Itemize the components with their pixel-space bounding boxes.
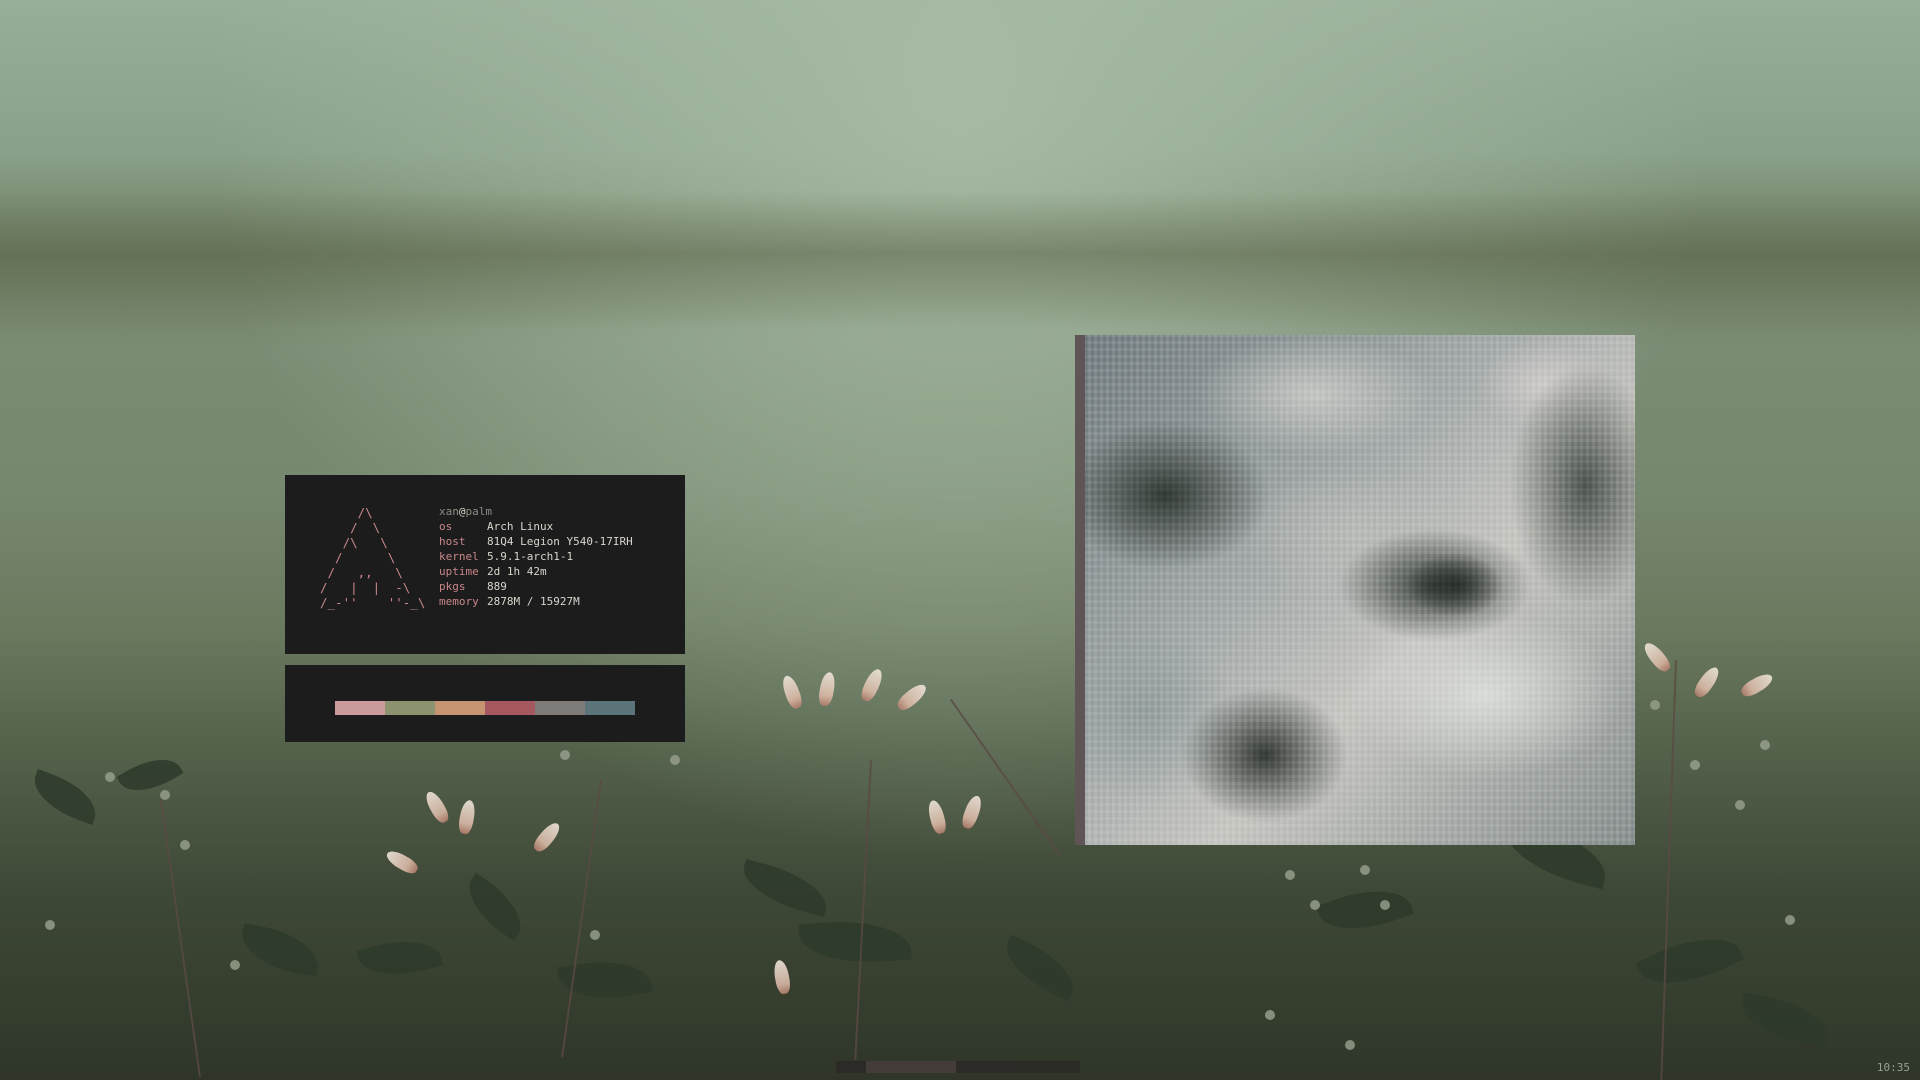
image-viewer-window[interactable] — [1075, 335, 1635, 845]
bud — [1285, 870, 1295, 880]
color-swatch — [485, 701, 535, 715]
bud — [1785, 915, 1795, 925]
arch-ascii-logo: /\ / \ /\ \ / \ / ,, \ / | | -\ /_-'' ''… — [320, 505, 426, 610]
color-palette-panel — [285, 665, 685, 742]
at-sign: @ — [458, 505, 466, 518]
bud — [1310, 900, 1320, 910]
bud — [105, 772, 115, 782]
flower — [1738, 670, 1776, 700]
fetch-panel: /\ / \ /\ \ / \ / ,, \ / | | -\ /_-'' ''… — [285, 475, 685, 654]
color-swatch — [335, 701, 385, 715]
color-swatch — [435, 701, 485, 715]
color-swatch — [535, 701, 585, 715]
bud — [230, 960, 240, 970]
info-value: 5.9.1-arch1-1 — [487, 550, 574, 563]
info-key: pkgs — [439, 580, 466, 593]
info-value: 2878M / 15927M — [487, 595, 580, 608]
leaf — [1315, 875, 1415, 945]
bud — [590, 930, 600, 940]
flower — [894, 680, 930, 714]
info-key: uptime — [439, 565, 479, 578]
bud — [1650, 700, 1660, 710]
username: xan — [439, 505, 459, 518]
bud — [160, 790, 170, 800]
clock: 10:35 — [1876, 1061, 1910, 1074]
wallpaper-horizon — [0, 190, 1920, 330]
info-value: 2d 1h 42m — [487, 565, 547, 578]
info-value: 889 — [487, 580, 507, 593]
flower — [1640, 639, 1674, 675]
leaf — [996, 934, 1084, 1002]
hostname: palm — [465, 505, 493, 518]
system-info: xan@palm os Arch Linux host 81Q4 Legion Y5… — [439, 504, 633, 609]
bud — [670, 755, 680, 765]
leaf — [237, 923, 323, 977]
info-value: 81Q4 Legion Y540-17IRH — [487, 535, 633, 548]
info-row-kernel: kernel 5.9.1-arch1-1 — [439, 549, 633, 564]
flower — [779, 673, 805, 711]
color-swatches — [335, 701, 635, 715]
info-row-host: host 81Q4 Legion Y540-17IRH — [439, 534, 633, 549]
leaf — [116, 747, 184, 803]
bud — [1360, 865, 1370, 875]
viewer-image-texture — [1085, 335, 1635, 845]
bud — [1735, 800, 1745, 810]
leaf — [798, 915, 912, 969]
bud — [1265, 1010, 1275, 1020]
info-key: kernel — [439, 550, 479, 563]
bud — [45, 920, 55, 930]
bud — [1345, 1040, 1355, 1050]
info-row-uptime: uptime 2d 1h 42m — [439, 564, 633, 579]
info-row-os: os Arch Linux — [439, 519, 633, 534]
bud — [560, 750, 570, 760]
bud — [180, 840, 190, 850]
info-key: host — [439, 535, 466, 548]
info-value: Arch Linux — [487, 520, 554, 533]
flower — [858, 666, 886, 704]
bud — [1690, 760, 1700, 770]
info-row-pkgs: pkgs 889 — [439, 579, 633, 594]
bud — [1760, 740, 1770, 750]
info-row-memory: memory 2878M / 15927M — [439, 594, 633, 609]
bud — [1380, 900, 1390, 910]
color-swatch — [385, 701, 435, 715]
active-workspace-indicator[interactable] — [866, 1061, 956, 1073]
workspace-bar — [836, 1061, 1080, 1073]
leaf — [736, 858, 834, 918]
info-key: os — [439, 520, 453, 533]
flower — [817, 671, 837, 707]
flower — [1691, 664, 1723, 700]
leaf — [1635, 920, 1745, 1002]
info-key: memory — [439, 595, 479, 608]
color-swatch — [585, 701, 635, 715]
user-host-line: xan@palm — [439, 504, 633, 519]
leaf — [1737, 992, 1833, 1048]
leaf — [26, 769, 104, 825]
leaf — [356, 930, 444, 986]
leaf — [456, 872, 534, 942]
